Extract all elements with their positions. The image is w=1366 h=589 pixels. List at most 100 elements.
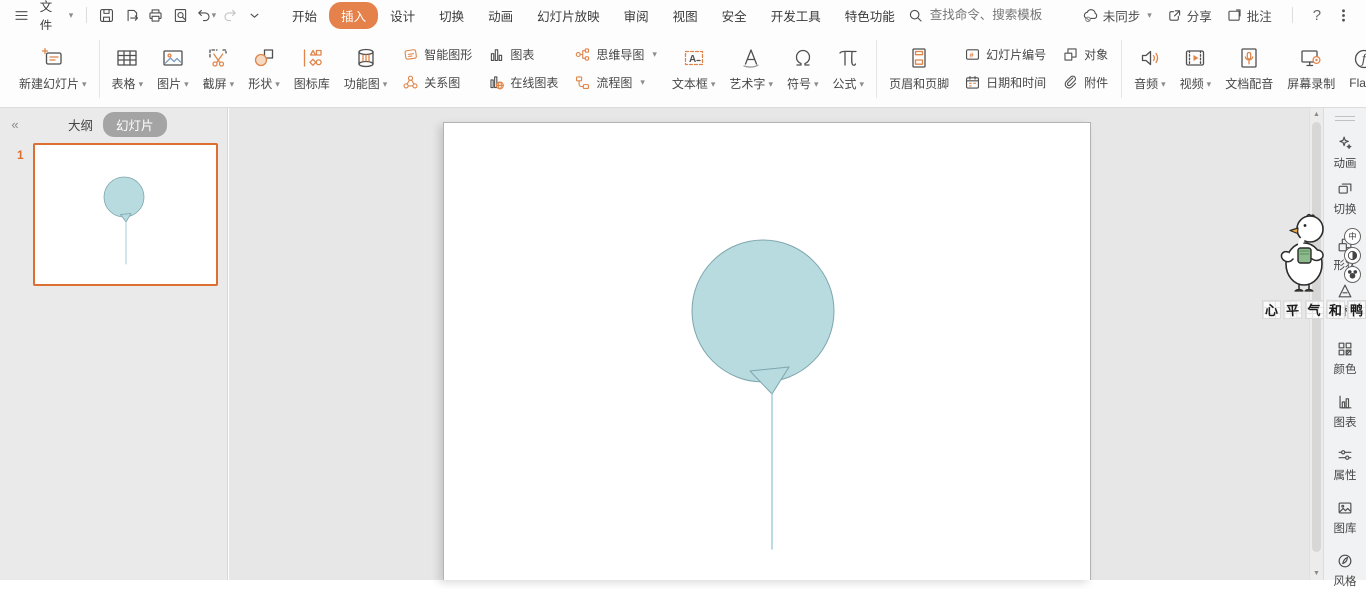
slide-number-icon: #: [964, 46, 981, 63]
screen-record-button[interactable]: 屏幕录制: [1280, 34, 1342, 104]
doc-voice-button[interactable]: 文档配音: [1218, 34, 1280, 104]
print-button[interactable]: [145, 4, 168, 26]
formula-label: 公式: [833, 75, 857, 92]
command-search[interactable]: [907, 7, 1068, 24]
print-preview-button[interactable]: [169, 4, 192, 26]
slide-number-button[interactable]: # 幻灯片编号: [960, 44, 1050, 65]
hamburger-icon[interactable]: [10, 4, 33, 26]
customize-toolbar-icon[interactable]: [243, 4, 266, 26]
relation-diagram-button[interactable]: 关系图: [398, 72, 476, 93]
wordart-button[interactable]: 艺术字: [722, 34, 780, 104]
editing-canvas[interactable]: [229, 108, 1309, 580]
screenshot-button[interactable]: 截屏: [196, 34, 242, 104]
scroll-down-arrow[interactable]: ▼: [1310, 570, 1323, 577]
search-input[interactable]: [928, 7, 1068, 23]
date-time-button[interactable]: 日期和时间: [960, 72, 1050, 93]
gallery-icon: [1336, 499, 1354, 517]
sidebar-drag-handle[interactable]: [1335, 113, 1355, 124]
shapes-button[interactable]: 形状: [241, 34, 287, 104]
colors-icon: [1336, 340, 1354, 358]
thumbnail-balloon-graphic: [35, 145, 216, 284]
tab-security[interactable]: 安全: [710, 2, 759, 29]
duck-mascot-widget[interactable]: 中 心 平 气 和 鸭: [1262, 212, 1366, 326]
right-sidebar: 动画 切换 形状 艺术字 颜色 图表 属性 图库 风格: [1323, 108, 1366, 580]
share-button[interactable]: 分享: [1166, 6, 1212, 25]
textbox-button[interactable]: A 文本框: [665, 34, 723, 104]
slide-surface[interactable]: [443, 122, 1091, 580]
omega-icon: [791, 46, 815, 70]
tab-insert[interactable]: 插入: [329, 2, 378, 29]
scroll-up-arrow[interactable]: ▲: [1310, 111, 1323, 118]
tab-design[interactable]: 设计: [378, 2, 427, 29]
tab-animation[interactable]: 动画: [476, 2, 525, 29]
flowchart-button[interactable]: 流程图: [570, 72, 661, 93]
textbox-label: 文本框: [672, 75, 708, 92]
balloon-shape[interactable]: [444, 123, 1090, 579]
audio-button[interactable]: 音频: [1127, 34, 1173, 104]
sidebar-item-gallery[interactable]: 图库: [1324, 499, 1366, 536]
tab-outline[interactable]: 大纲: [68, 115, 93, 134]
chart-button[interactable]: 图表: [484, 44, 562, 65]
tab-review[interactable]: 审阅: [612, 2, 661, 29]
duck-button-center[interactable]: 中: [1344, 228, 1361, 245]
sidebar-item-style[interactable]: 风格: [1324, 552, 1366, 589]
share-icon: [1166, 7, 1183, 24]
mindmap-button[interactable]: 思维导图: [570, 44, 661, 65]
slide-1-number: 1: [17, 148, 24, 162]
attachment-button[interactable]: 附件: [1058, 72, 1112, 93]
divider: [99, 40, 100, 98]
tab-slides[interactable]: 幻灯片: [103, 112, 167, 137]
video-button[interactable]: 视频: [1173, 34, 1219, 104]
sidebar-item-chart[interactable]: 图表: [1324, 393, 1366, 430]
online-chart-button[interactable]: 在线图表: [484, 72, 562, 93]
mindmap-label: 思维导图: [596, 46, 644, 63]
wordart-label: 艺术字: [729, 75, 765, 92]
slide-1-thumbnail[interactable]: [33, 143, 218, 286]
tab-features[interactable]: 特色功能: [833, 2, 907, 29]
object-icon: [1062, 46, 1079, 63]
function-diagram-button[interactable]: 功能图: [337, 34, 395, 104]
scrollbar-thumb[interactable]: [1312, 122, 1321, 552]
tab-home[interactable]: 开始: [280, 2, 329, 29]
ribbon: 新建幻灯片 表格 图片 截屏 形状 图标库 功能图 智能图形 关系图 图表: [0, 30, 1366, 108]
sidebar-item-colors[interactable]: 颜色: [1324, 340, 1366, 377]
screen-record-label: 屏幕录制: [1287, 75, 1335, 92]
smartart-button[interactable]: 智能图形: [398, 44, 476, 65]
object-button[interactable]: 对象: [1058, 44, 1112, 65]
divider: [1121, 40, 1122, 98]
duck-button-mickey[interactable]: [1344, 266, 1361, 283]
sidebar-item-animation[interactable]: 动画: [1324, 134, 1366, 171]
symbol-label: 符号: [787, 75, 811, 92]
new-slide-button[interactable]: 新建幻灯片: [12, 34, 94, 104]
export-button[interactable]: [120, 4, 143, 26]
comment-button[interactable]: 批注: [1226, 6, 1272, 25]
svg-text:#: #: [970, 50, 974, 59]
table-button[interactable]: 表格: [105, 34, 151, 104]
save-button[interactable]: [95, 4, 118, 26]
sync-status[interactable]: 未同步: [1082, 6, 1152, 25]
header-footer-button[interactable]: 页眉和页脚: [882, 34, 956, 104]
tab-devtools[interactable]: 开发工具: [759, 2, 833, 29]
help-button[interactable]: [1313, 7, 1321, 24]
icon-library-button[interactable]: 图标库: [287, 34, 337, 104]
picture-button[interactable]: 图片: [150, 34, 196, 104]
shapes-icon: [252, 46, 276, 70]
collapse-panel-icon[interactable]: [0, 117, 30, 132]
tab-view[interactable]: 视图: [661, 2, 710, 29]
duck-image: [1274, 212, 1342, 296]
tab-slideshow[interactable]: 幻灯片放映: [525, 2, 612, 29]
formula-button[interactable]: 公式: [826, 34, 872, 104]
tab-transition[interactable]: 切换: [427, 2, 476, 29]
more-menu-button[interactable]: [1335, 7, 1352, 24]
duck-button-moon[interactable]: [1344, 247, 1361, 264]
duck-caption: 心 平 气 和 鸭: [1262, 300, 1366, 319]
screenshot-label: 截屏: [203, 75, 227, 92]
sidebar-item-properties[interactable]: 属性: [1324, 446, 1366, 483]
divider: [1292, 7, 1293, 23]
undo-button[interactable]: [194, 4, 217, 26]
flash-button[interactable]: f Flash: [1342, 34, 1366, 104]
symbol-button[interactable]: 符号: [780, 34, 826, 104]
share-label: 分享: [1187, 6, 1212, 25]
vertical-scrollbar[interactable]: ▲ ▼: [1309, 108, 1323, 580]
redo-button[interactable]: [219, 4, 242, 26]
